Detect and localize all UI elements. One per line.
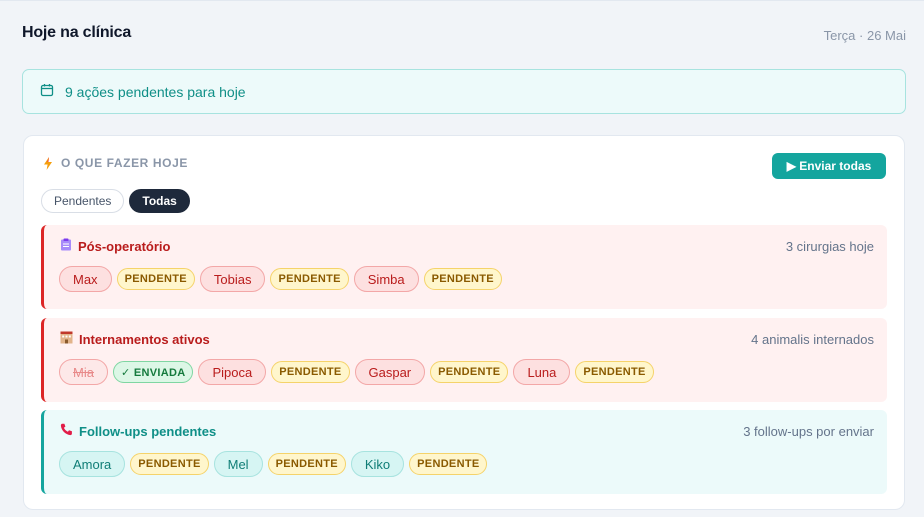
clipboard-icon [60, 238, 72, 254]
calendar-icon [40, 83, 65, 100]
phone-icon [60, 423, 73, 439]
section-note: 4 animalis internados [751, 332, 874, 347]
pet-list: Amora PENDENTE Mel PENDENTE Kiko PENDENT… [59, 451, 488, 477]
page-title: Hoje na clínica [22, 24, 132, 41]
section-follow-ups: Follow-ups pendentes 3 follow-ups por en… [41, 410, 887, 494]
filter-all[interactable]: Todas [129, 189, 190, 213]
app-frame: Hoje na clínica Terça · 26 Mai 9 ações p… [0, 0, 924, 517]
pet-list: Mia ✓ ENVIADA Pipoca PENDENTE Gaspar PEN… [59, 359, 654, 385]
status-badge: PENDENTE [430, 361, 509, 383]
pet-list: Max PENDENTE Tobias PENDENTE Simba PENDE… [59, 266, 502, 292]
pending-actions-banner: 9 ações pendentes para hoje [22, 69, 906, 114]
pet-chip[interactable]: Amora [59, 451, 126, 477]
status-badge: PENDENTE [271, 361, 350, 383]
status-badge: PENDENTE [267, 453, 346, 475]
pet-chip[interactable]: Tobias [199, 266, 266, 292]
card-header: O QUE FAZER HOJE [43, 156, 188, 170]
status-badge: PENDENTE [270, 268, 349, 290]
send-all-button[interactable]: ▶ Enviar todas [772, 153, 886, 179]
pet-chip[interactable]: Luna [513, 359, 571, 385]
status-badge: PENDENTE [409, 453, 488, 475]
todo-card: O QUE FAZER HOJE ▶ Enviar todas Pendente… [23, 135, 905, 510]
pet-chip[interactable]: Gaspar [354, 359, 426, 385]
section-title: Follow-ups pendentes [60, 423, 216, 439]
status-badge: PENDENTE [130, 453, 209, 475]
pet-chip[interactable]: Pipoca [198, 359, 267, 385]
section-note: 3 follow-ups por enviar [743, 424, 874, 439]
status-badge: PENDENTE [116, 268, 195, 290]
section-title: Internamentos ativos [60, 331, 210, 347]
pet-chip[interactable]: Mia [59, 359, 108, 385]
section-note: 3 cirurgias hoje [785, 239, 874, 254]
section-title: Pós-operatório [60, 238, 170, 254]
lightning-icon [43, 156, 53, 170]
section-hospitalized: Internamentos ativos 4 animalis internad… [41, 318, 887, 402]
status-badge: PENDENTE [575, 361, 654, 383]
pet-chip[interactable]: Kiko [350, 451, 405, 477]
hospital-icon [60, 331, 73, 347]
status-badge: PENDENTE [423, 268, 502, 290]
filter-toggle: Pendentes Todas [41, 189, 190, 213]
pending-actions-text: 9 ações pendentes para hoje [65, 83, 246, 100]
section-post-op: Pós-operatório 3 cirurgias hoje Max PEND… [41, 225, 887, 309]
current-date: Terça · 26 Mai [823, 28, 906, 43]
pet-chip[interactable]: Mel [213, 451, 263, 477]
pet-chip[interactable]: Simba [353, 266, 419, 292]
status-badge: ✓ ENVIADA [112, 361, 194, 383]
filter-pending[interactable]: Pendentes [41, 189, 125, 213]
pet-chip[interactable]: Max [59, 266, 112, 292]
card-title: O QUE FAZER HOJE [61, 156, 188, 170]
